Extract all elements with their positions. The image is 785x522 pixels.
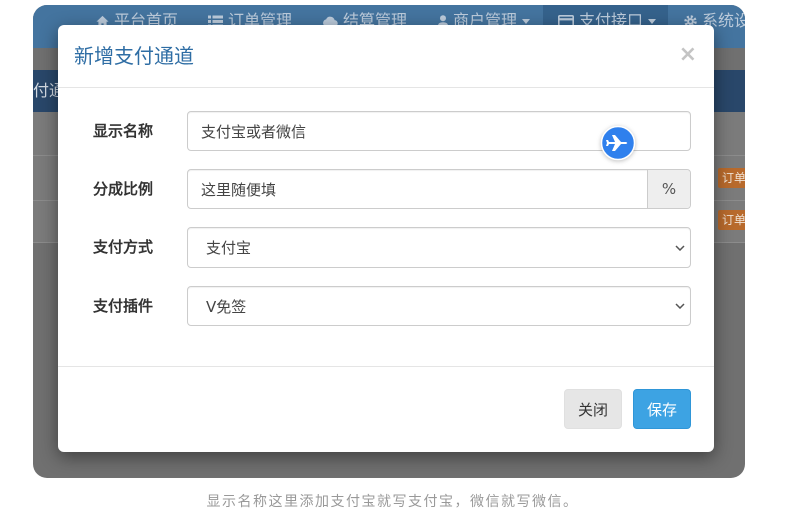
percent-addon: % xyxy=(647,170,690,208)
save-button[interactable]: 保存 xyxy=(633,389,691,429)
display-name-value: 支付宝或者微信 xyxy=(201,122,307,141)
row-orders-button[interactable]: 订单 xyxy=(718,168,745,188)
pay-plugin-selected-value: V免签 xyxy=(206,297,247,316)
ratio-label: 分成比例 xyxy=(93,180,154,198)
screenshot-caption: 显示名称这里添加支付宝就写支付宝，微信就写微信。 xyxy=(206,494,579,510)
pay-plugin-select[interactable]: V免签 xyxy=(187,286,691,326)
close-button[interactable]: 关闭 xyxy=(564,389,622,429)
ratio-value: 这里随便填 xyxy=(201,180,277,199)
chevron-down-icon xyxy=(675,244,685,251)
pay-method-select[interactable]: 支付宝 xyxy=(187,227,691,268)
add-channel-modal: 新增支付通道 × 显示名称 支付宝或者微信 分成比例 这里随便填 % 支付方式 … xyxy=(58,25,714,452)
ratio-input[interactable]: 这里随便填 xyxy=(188,170,649,208)
caret-down-icon xyxy=(522,18,531,24)
pay-method-label: 支付方式 xyxy=(93,238,154,256)
display-name-label: 显示名称 xyxy=(93,122,154,140)
pay-method-selected-value: 支付宝 xyxy=(206,239,252,257)
modal-title: 新增支付通道 xyxy=(74,44,194,68)
modal-header: 新增支付通道 × xyxy=(58,25,714,88)
chevron-down-icon xyxy=(675,303,685,309)
row-orders-button[interactable]: 订单 xyxy=(718,210,745,230)
close-icon[interactable]: × xyxy=(679,39,697,71)
ratio-input-group: 这里随便填 % xyxy=(187,169,691,209)
caret-down-icon xyxy=(648,18,657,24)
pay-plugin-label: 支付插件 xyxy=(93,297,154,315)
modal-footer-divider xyxy=(58,366,714,367)
airplane-icon[interactable] xyxy=(600,125,636,161)
